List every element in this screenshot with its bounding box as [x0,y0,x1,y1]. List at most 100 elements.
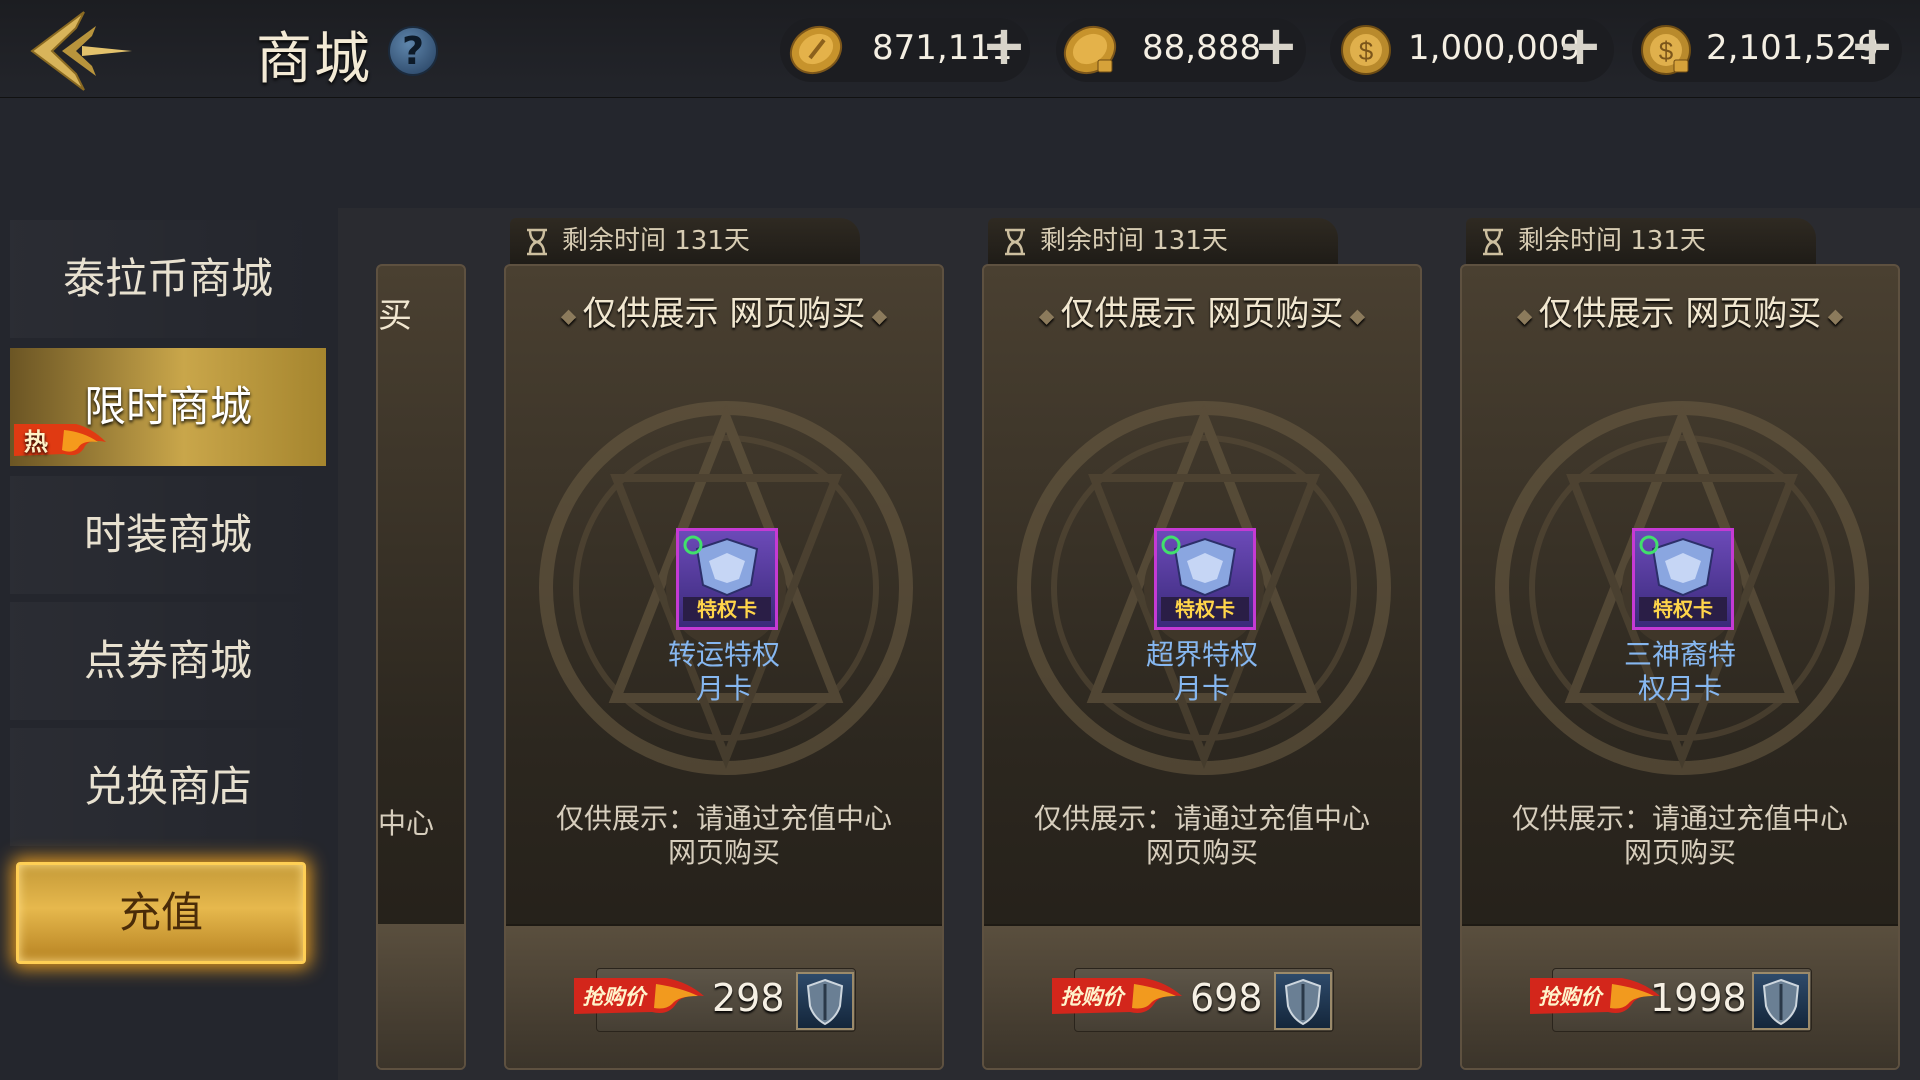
privilege-card-label: 特权卡 [1175,597,1235,621]
sidebar-item-exchange-shop[interactable]: 兑换商店 [10,728,326,846]
buy-shield-icon[interactable] [796,972,854,1030]
card-headline: ◆ 仅供展示 网页购买 ◆ [984,286,1420,335]
top-bar: 商城 ? 871,111 + 88,888 + $ 1,000,009 + $ … [0,0,1920,98]
flash-sale-tag-icon: 抢购价 [1052,978,1182,1014]
card-headline-text: 仅供展示 网页购买 [1538,294,1822,334]
desc-line: 网页购买 [1623,836,1736,869]
product-card[interactable]: ◆ 仅供展示 网页购买 ◆ 特权卡 转运特权 月卡 仅供展示：请通过充值中心 网页购买 抢购… [504,264,944,1070]
armored-helm-icon: 特权卡 [1161,535,1249,621]
desc-line: 仅供展示：请通过充值中心 [1511,802,1848,835]
diamond-ornament-icon: ◆ [1516,303,1539,328]
card-timer-text: 剩余时间 131天 [1040,226,1228,256]
shop-category-sidebar: 泰拉币商城 限时商城 热 时装商城 点券商城 兑换商店 充值 [0,208,340,1080]
back-arrow-icon[interactable] [22,6,142,96]
card-footer: 抢购价 1998 [1462,924,1898,1068]
card-timer-text: 剩余时间 131天 [562,226,750,256]
item-name-line: 转运特权 [667,638,780,671]
desc-line: 网页购买 [1145,836,1258,869]
price-value: 698 [1190,976,1263,1020]
svg-text:$: $ [1359,36,1374,66]
card-footer: 抢购价 298 [506,924,942,1068]
product-card[interactable]: ◆ 仅供展示 网页购买 ◆ 特权卡 三神裔特 权月卡 仅供展示：请通过充值中心 网页购买抢… [1460,264,1900,1070]
item-name: 三神裔特 权月卡 [1462,638,1898,706]
sidebar-item-label: 兑换商店 [83,762,252,811]
recharge-button[interactable]: 充值 [16,862,306,964]
diamond-ornament-icon: ◆ [1038,303,1061,328]
sidebar-item-label: 时装商城 [83,510,252,559]
card-headline-text: 仅供展示 网页购买 [582,294,866,334]
hourglass-icon [1483,228,1503,256]
sidebar-item-label: 泰拉币商城 [62,254,273,303]
card-footer: 抢购价 698 [984,924,1420,1068]
buy-shield-icon[interactable] [1274,972,1332,1030]
buy-shield-icon[interactable] [1752,972,1810,1030]
currency-bound-gold: 88,888 + [1056,18,1306,82]
add-bound-tera-button[interactable]: + [1848,19,1896,73]
card-head-fragment: 买 [378,296,412,336]
card-description: 仅供展示：请通过充值中心 网页购买 [1462,802,1898,870]
desc-line: 仅供展示：请通过充值中心 [555,802,892,835]
diamond-ornament-icon: ◆ [1821,303,1844,328]
privilege-card-icon[interactable]: 特权卡 [1632,528,1734,630]
sidebar-item-tera-shop[interactable]: 泰拉币商城 [10,220,326,338]
card-description: 仅供展示：请通过充值中心 网页购买 [506,802,942,870]
flash-sale-label: 抢购价 [583,985,649,1009]
item-name-line: 月卡 [695,672,752,705]
add-tera-button[interactable]: + [1556,19,1604,73]
diamond-ornament-icon: ◆ [865,303,888,328]
currency-bound-tera: $ 2,101,529 + [1632,18,1902,82]
flash-sale-tag-icon: 抢购价 [574,978,704,1014]
flash-sale-label: 抢购价 [1061,985,1127,1009]
product-card[interactable]: ◆ 仅供展示 网页购买 ◆ 特权卡超界特权 月卡仅供展示：请通过充值中心 网页购买抢购… [982,264,1422,1070]
add-gold-button[interactable]: + [980,19,1028,73]
item-name-line: 月卡 [1173,672,1230,705]
partial-product-card[interactable]: 买 中心 [376,264,466,1070]
card-footer [378,924,464,1068]
card-headline: ◆ 仅供展示 网页购买 ◆ [506,286,942,335]
bound-gold-coin-icon [1063,25,1117,75]
diamond-ornament-icon: ◆ [1343,303,1366,328]
help-icon[interactable]: ? [388,26,438,76]
add-bound-gold-button[interactable]: + [1252,19,1300,73]
armored-helm-icon: 特权卡 [1639,535,1727,621]
diamond-ornament-icon: ◆ [560,303,583,328]
privilege-card-icon[interactable]: 特权卡 [676,528,778,630]
sidebar-item-fashion-shop[interactable]: 时装商城 [10,476,326,594]
sidebar-item-limited-shop[interactable]: 限时商城 热 [10,348,326,466]
currency-tera: $ 1,000,009 + [1330,18,1614,82]
card-timer-tab: 剩余时间 131天 [1466,218,1816,264]
card-headline-text: 仅供展示 网页购买 [1060,294,1344,334]
gold-coin-icon [789,25,843,75]
sidebar-item-voucher-shop[interactable]: 点券商城 [10,602,326,720]
svg-text:$: $ [1659,36,1674,66]
flash-sale-tag-icon: 抢购价 [1530,978,1660,1014]
flash-sale-label: 抢购价 [1539,985,1605,1009]
card-timer-text: 剩余时间 131天 [1518,226,1706,256]
sidebar-item-label: 限时商城 [83,382,252,431]
card-description: 仅供展示：请通过充值中心 网页购买 [984,802,1420,870]
privilege-card-label: 特权卡 [697,597,757,621]
hot-badge-label: 热 [24,428,48,456]
currency-gold: 871,111 + [780,18,1030,82]
price-value: 1998 [1650,976,1747,1020]
item-name-line: 三神裔特 [1623,638,1736,671]
hourglass-icon [527,228,547,256]
currency-amount: 88,888 [1142,28,1261,68]
card-desc-fragment: 中心 [378,807,435,840]
bound-tera-coin-icon: $ [1641,25,1691,75]
privilege-card-icon[interactable]: 特权卡 [1154,528,1256,630]
price-value: 298 [712,976,785,1020]
desc-line: 网页购买 [667,836,780,869]
tera-coin-icon: $ [1341,25,1391,75]
card-timer-tab: 剩余时间 131天 [988,218,1338,264]
privilege-card-label: 特权卡 [1653,597,1713,621]
card-timer-tab: 剩余时间 131天 [510,218,860,264]
desc-line: 仅供展示：请通过充值中心 [1033,802,1370,835]
hot-badge-icon: 热 [14,424,106,456]
item-name: 转运特权 月卡 [506,638,942,706]
item-name-line: 权月卡 [1637,672,1722,705]
item-name-line: 超界特权 [1145,638,1258,671]
card-headline: ◆ 仅供展示 网页购买 ◆ [1462,286,1898,335]
sidebar-item-label: 点券商城 [83,636,252,685]
hourglass-icon [1005,228,1025,256]
